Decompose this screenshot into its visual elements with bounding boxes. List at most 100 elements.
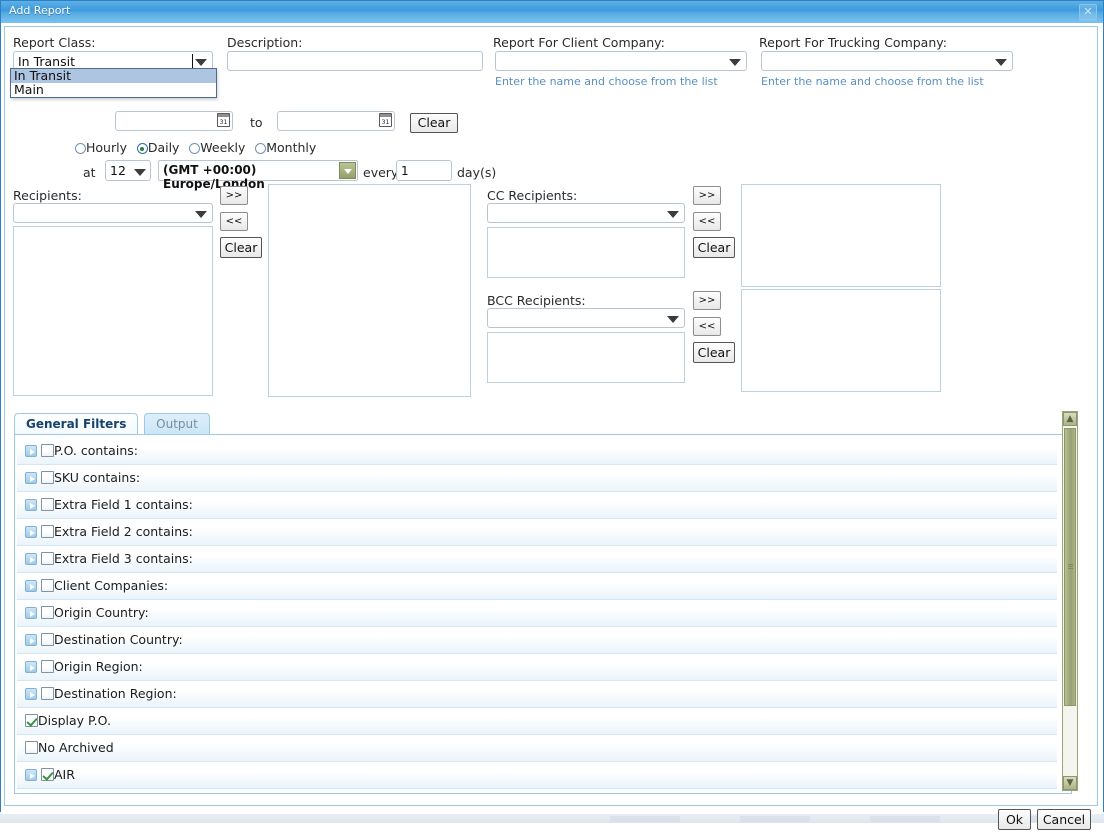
filter-checkbox[interactable] bbox=[41, 552, 54, 565]
filters-list[interactable]: P.O. contains: SKU contains: Extra Field 1… bbox=[17, 438, 1057, 792]
filter-row[interactable]: P.O. contains: bbox=[17, 438, 1057, 465]
chevron-up-icon[interactable]: ▲ bbox=[1063, 412, 1077, 426]
bcc-remove-button[interactable]: << bbox=[693, 317, 721, 336]
filter-row[interactable]: No Archived bbox=[17, 735, 1057, 762]
tab-general-filters[interactable]: General Filters bbox=[14, 413, 139, 435]
cc-clear-button[interactable]: Clear bbox=[693, 237, 735, 258]
ok-button[interactable]: Ok bbox=[998, 809, 1031, 830]
filter-checkbox[interactable] bbox=[25, 741, 38, 754]
chevron-down-icon[interactable] bbox=[729, 59, 741, 66]
expand-icon[interactable] bbox=[25, 526, 37, 538]
filter-row[interactable]: Extra Field 1 contains: bbox=[17, 492, 1057, 519]
expand-icon[interactable] bbox=[25, 661, 37, 673]
recipients-clear-button[interactable]: Clear bbox=[220, 237, 262, 258]
filter-row[interactable]: Display P.O. bbox=[17, 708, 1057, 735]
frequency-radio-daily[interactable]: Daily bbox=[136, 140, 179, 155]
filter-row[interactable]: Destination Region: bbox=[17, 681, 1057, 708]
date-from-field[interactable]: 31 bbox=[115, 111, 233, 131]
expand-icon[interactable] bbox=[25, 634, 37, 646]
expand-icon[interactable] bbox=[25, 553, 37, 565]
filter-checkbox[interactable] bbox=[41, 471, 54, 484]
schedule-hour-combo[interactable]: 12 bbox=[105, 160, 151, 181]
filters-scrollbar[interactable]: ▲ ▼ bbox=[1062, 411, 1078, 791]
date-to-input[interactable] bbox=[277, 111, 395, 131]
recipients-remove-button[interactable]: << bbox=[220, 212, 248, 231]
chevron-down-icon[interactable] bbox=[339, 162, 356, 179]
chevron-down-icon[interactable] bbox=[667, 211, 679, 218]
frequency-radio-weekly[interactable]: Weekly bbox=[189, 140, 245, 155]
date-clear-button[interactable]: Clear bbox=[410, 113, 458, 133]
calendar-icon[interactable]: 31 bbox=[217, 113, 230, 127]
radio-icon[interactable] bbox=[255, 143, 267, 154]
recipients-source-list[interactable] bbox=[13, 226, 213, 396]
date-from-input[interactable] bbox=[115, 111, 233, 131]
bcc-recipients-selected-list[interactable] bbox=[741, 289, 941, 392]
filter-row[interactable]: Origin Region: bbox=[17, 654, 1057, 681]
radio-icon[interactable] bbox=[189, 143, 201, 154]
frequency-radio-monthly[interactable]: Monthly bbox=[255, 140, 316, 155]
filter-row[interactable]: Extra Field 3 contains: bbox=[17, 546, 1057, 573]
cc-add-button[interactable]: >> bbox=[693, 186, 721, 205]
recipients-add-button[interactable]: >> bbox=[220, 186, 248, 205]
bcc-recipients-combo[interactable] bbox=[487, 308, 685, 328]
filter-label: Extra Field 1 contains: bbox=[54, 497, 193, 512]
filter-row[interactable]: Client Companies: bbox=[17, 573, 1057, 600]
description-input[interactable] bbox=[227, 51, 483, 71]
filter-checkbox-checked[interactable] bbox=[25, 714, 38, 727]
dialog-titlebar[interactable]: Add Report ✕ bbox=[1, 1, 1103, 24]
frequency-radio-hourly[interactable]: Hourly bbox=[75, 140, 127, 155]
cc-remove-button[interactable]: << bbox=[693, 212, 721, 231]
report-class-dropdown-popup[interactable]: In Transit Main bbox=[10, 68, 217, 98]
filter-checkbox[interactable] bbox=[41, 579, 54, 592]
radio-icon-selected[interactable] bbox=[136, 143, 148, 154]
calendar-icon[interactable]: 31 bbox=[379, 113, 392, 127]
expand-icon[interactable] bbox=[25, 607, 37, 619]
report-class-option[interactable]: Main bbox=[11, 83, 216, 97]
filter-checkbox[interactable] bbox=[41, 498, 54, 511]
scrollbar-thumb[interactable] bbox=[1064, 428, 1076, 706]
filter-checkbox[interactable] bbox=[41, 660, 54, 673]
recipients-combo[interactable] bbox=[13, 203, 213, 223]
report-for-client-company-combo[interactable] bbox=[495, 51, 747, 71]
cc-recipients-selected-list[interactable] bbox=[741, 184, 941, 287]
chevron-down-icon[interactable] bbox=[667, 316, 679, 323]
filter-checkbox[interactable] bbox=[41, 606, 54, 619]
filter-checkbox[interactable] bbox=[41, 444, 54, 457]
expand-icon[interactable] bbox=[25, 499, 37, 511]
filter-checkbox-checked[interactable] bbox=[41, 768, 54, 781]
cancel-button[interactable]: Cancel bbox=[1037, 809, 1091, 830]
tab-output[interactable]: Output bbox=[144, 413, 210, 435]
bcc-clear-button[interactable]: Clear bbox=[693, 342, 735, 363]
radio-icon[interactable] bbox=[75, 143, 86, 154]
recipients-selected-list[interactable] bbox=[268, 184, 471, 397]
expand-icon[interactable] bbox=[25, 688, 37, 700]
chevron-down-icon[interactable] bbox=[195, 211, 207, 218]
schedule-interval-input[interactable] bbox=[396, 160, 452, 181]
filter-checkbox[interactable] bbox=[41, 687, 54, 700]
expand-icon[interactable] bbox=[25, 445, 37, 457]
chevron-down-icon[interactable] bbox=[134, 169, 146, 176]
filter-row[interactable]: Origin Country: bbox=[17, 600, 1057, 627]
filter-row[interactable]: SKU contains: bbox=[17, 465, 1057, 492]
date-to-field[interactable]: 31 bbox=[277, 111, 395, 131]
filter-row[interactable]: Destination Country: bbox=[17, 627, 1057, 654]
cc-recipients-combo[interactable] bbox=[487, 203, 685, 223]
filter-checkbox[interactable] bbox=[41, 525, 54, 538]
timezone-combo[interactable]: (GMT +00:00) Europe/London bbox=[158, 160, 358, 191]
expand-icon[interactable] bbox=[25, 769, 37, 781]
expand-icon[interactable] bbox=[25, 580, 37, 592]
filter-checkbox[interactable] bbox=[41, 633, 54, 646]
chevron-down-icon[interactable] bbox=[195, 59, 207, 66]
chevron-down-icon[interactable] bbox=[995, 59, 1007, 66]
expand-icon[interactable] bbox=[25, 472, 37, 484]
filter-row[interactable]: Extra Field 2 contains: bbox=[17, 519, 1057, 546]
report-class-option[interactable]: In Transit bbox=[11, 69, 216, 83]
report-for-trucking-company-combo[interactable] bbox=[761, 51, 1013, 71]
cc-recipients-source-list[interactable] bbox=[487, 227, 685, 278]
add-report-dialog: Add Report ✕ Report Class: Description: … bbox=[0, 0, 1104, 830]
bcc-recipients-source-list[interactable] bbox=[487, 332, 685, 383]
close-icon[interactable]: ✕ bbox=[1079, 4, 1097, 21]
filter-row[interactable]: AIR bbox=[17, 762, 1057, 789]
bcc-add-button[interactable]: >> bbox=[693, 291, 721, 310]
chevron-down-icon[interactable]: ▼ bbox=[1063, 776, 1077, 790]
